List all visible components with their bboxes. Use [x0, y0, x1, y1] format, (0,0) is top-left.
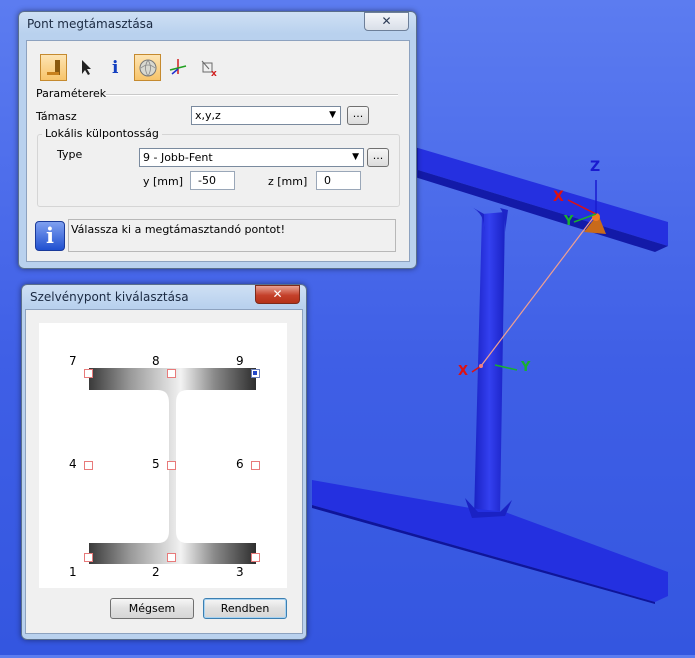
close-button[interactable]: ✕	[364, 12, 409, 31]
parameters-divider	[106, 94, 398, 96]
type-browse-button[interactable]: ...	[367, 148, 389, 167]
close-button[interactable]: ✕	[255, 285, 300, 304]
section-point-9[interactable]	[251, 369, 260, 378]
y-offset-field[interactable]: -50	[190, 171, 235, 190]
type-label: Type	[57, 148, 83, 161]
point-label-8: 8	[152, 354, 160, 368]
support-combo[interactable]: x,y,z ▼	[191, 106, 341, 125]
section-point-6[interactable]	[251, 461, 260, 470]
point-label-5: 5	[152, 457, 160, 471]
sphere-icon	[139, 59, 157, 77]
axis-x2-label: X	[458, 364, 469, 379]
point-label-7: 7	[69, 354, 77, 368]
chevron-down-icon: ▼	[352, 152, 359, 162]
point-label-1: 1	[69, 565, 77, 579]
parameters-section-label: Paraméterek	[36, 87, 107, 100]
point-label-4: 4	[69, 457, 77, 471]
section-point-3[interactable]	[251, 553, 260, 562]
support-combo-value: x,y,z	[195, 109, 221, 122]
dialog-title: Pont megtámasztása	[27, 17, 154, 31]
point-label-2: 2	[152, 565, 160, 579]
delete-support-button[interactable]: x	[196, 54, 223, 81]
point-label-9: 9	[236, 354, 244, 368]
section-point-5[interactable]	[167, 461, 176, 470]
dialog-title: Szelvénypont kiválasztása	[30, 290, 189, 304]
z-offset-field[interactable]: 0	[316, 171, 361, 190]
support-tool-button[interactable]	[40, 54, 67, 81]
cancel-button[interactable]: Mégsem	[110, 598, 194, 619]
section-point-8[interactable]	[167, 369, 176, 378]
type-combo-value: 9 - Jobb-Fent	[143, 151, 213, 164]
point-label-6: 6	[236, 457, 244, 471]
support-label: Támasz	[36, 110, 77, 123]
y-offset-label: y [mm]	[143, 175, 184, 188]
local-eccentricity-title: Lokális külpontosság	[42, 127, 162, 140]
axis-y-label: Y	[564, 214, 574, 229]
select-pointer-button[interactable]	[71, 54, 98, 81]
chevron-down-icon: ▼	[329, 110, 336, 120]
svg-text:x: x	[211, 69, 217, 77]
point-label-3: 3	[236, 565, 244, 579]
axis-y2-label: Y	[521, 360, 531, 375]
axis-z-label: Z	[590, 159, 601, 175]
support-browse-button[interactable]: ...	[347, 106, 369, 125]
svg-text:i: i	[112, 58, 119, 77]
dialog-titlebar[interactable]: Pont megtámasztása	[25, 14, 410, 34]
axis-x-label: X	[553, 189, 564, 205]
z-offset-label: z [mm]	[268, 175, 308, 188]
section-point-1[interactable]	[84, 553, 93, 562]
delete-support-icon: x	[201, 60, 217, 77]
axes-icon	[169, 59, 187, 75]
section-point-7[interactable]	[84, 369, 93, 378]
type-combo[interactable]: 9 - Jobb-Fent ▼	[139, 148, 364, 167]
cursor-icon	[82, 60, 91, 75]
status-message: Válassza ki a megtámasztandó pontot!	[68, 219, 396, 252]
ok-button[interactable]: Rendben	[203, 598, 287, 619]
section-point-2[interactable]	[167, 553, 176, 562]
info-message-icon: i	[35, 221, 65, 251]
local-axes-button[interactable]	[165, 54, 192, 81]
section-point-4[interactable]	[84, 461, 93, 470]
info-icon: i	[112, 58, 119, 77]
sphere-view-button[interactable]	[134, 54, 161, 81]
info-button[interactable]: i	[102, 54, 129, 81]
